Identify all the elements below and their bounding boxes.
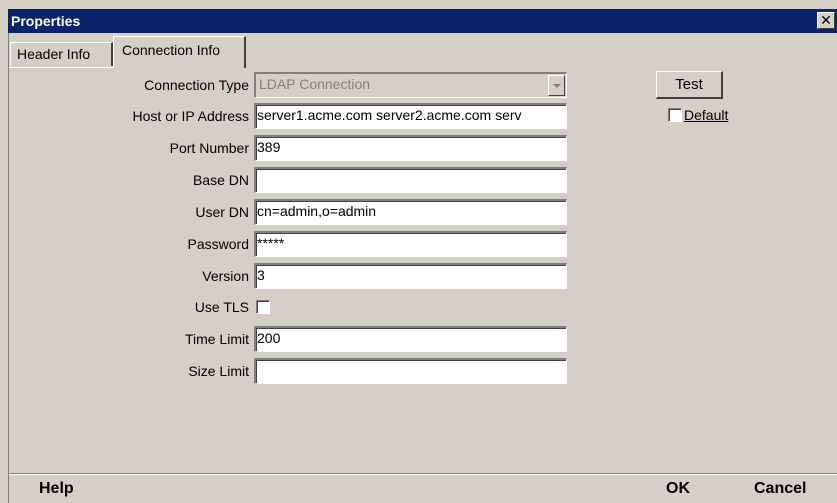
use-tls-label: Use TLS xyxy=(194,299,249,315)
time-limit-input[interactable]: 200 xyxy=(254,326,567,352)
connection-type-select[interactable]: LDAP Connection xyxy=(254,72,567,98)
version-input[interactable]: 3 xyxy=(254,263,567,289)
tab-header-info-label: Header Info xyxy=(17,46,91,62)
connection-type-value: LDAP Connection xyxy=(259,76,371,92)
test-button[interactable]: Test xyxy=(656,71,723,99)
password-label: Password xyxy=(187,236,249,252)
ok-button[interactable]: OK xyxy=(666,474,690,503)
tab-connection-info[interactable]: Connection Info xyxy=(113,36,246,68)
user-dn-label: User DN xyxy=(195,204,249,220)
time-limit-label: Time Limit xyxy=(184,331,249,347)
base-dn-input[interactable] xyxy=(254,167,567,193)
close-button[interactable]: ✕ xyxy=(817,12,835,29)
port-input[interactable]: 389 xyxy=(254,135,567,161)
base-dn-label: Base DN xyxy=(192,172,249,188)
host-input[interactable]: server1.acme.com server2.acme.com serv xyxy=(254,103,567,129)
size-limit-label: Size Limit xyxy=(188,363,249,379)
close-icon: ✕ xyxy=(820,12,832,28)
title-bar: Properties ✕ xyxy=(8,9,837,33)
default-checkbox[interactable] xyxy=(668,108,682,122)
window-left-edge xyxy=(8,33,9,503)
tab-connection-info-label: Connection Info xyxy=(122,42,221,58)
chevron-down-icon[interactable] xyxy=(548,75,565,96)
version-label: Version xyxy=(202,268,249,284)
password-input[interactable]: ***** xyxy=(254,231,567,257)
connection-type-label: Connection Type xyxy=(144,77,249,93)
help-button[interactable]: Help xyxy=(39,474,74,503)
user-dn-input[interactable]: cn=admin,o=admin xyxy=(254,199,567,225)
host-label: Host or IP Address xyxy=(132,108,249,124)
port-label: Port Number xyxy=(169,140,249,156)
tab-baseline xyxy=(9,67,114,68)
default-label[interactable]: Default xyxy=(684,105,728,125)
use-tls-checkbox[interactable] xyxy=(256,300,270,314)
cancel-button[interactable]: Cancel xyxy=(754,474,806,503)
tab-header-info[interactable]: Header Info xyxy=(10,42,113,66)
button-bar: Help OK Cancel xyxy=(9,473,837,503)
window-title: Properties xyxy=(11,13,81,29)
size-limit-input[interactable] xyxy=(254,358,567,384)
